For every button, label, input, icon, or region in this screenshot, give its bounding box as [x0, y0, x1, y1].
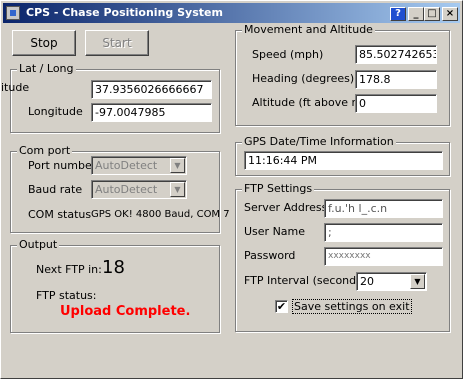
chevron-down-icon[interactable]: ▼ [170, 182, 185, 197]
chevron-down-icon[interactable]: ▼ [410, 274, 425, 289]
longitude-field[interactable]: -97.0047985 [91, 103, 212, 122]
next-ftp-label: Next FTP in: [36, 263, 102, 276]
ftp-interval-select[interactable]: 20 ▼ [356, 272, 427, 291]
password-label: Password [244, 249, 296, 262]
movement-legend: Movement and Altitude [242, 23, 375, 36]
start-button[interactable]: Start [85, 30, 149, 56]
heading-label: Heading (degrees) [252, 72, 355, 85]
speed-label: Speed (mph) [252, 48, 324, 61]
latitude-label: itude [1, 81, 30, 94]
output-legend: Output [17, 238, 60, 251]
ftp-status-label: FTP status: [36, 289, 97, 302]
comport-legend: Com port [17, 144, 73, 157]
latlong-group: Lat / Long [10, 62, 220, 133]
ftp-settings-legend: FTP Settings [242, 182, 315, 195]
user-name-label: User Name [244, 225, 306, 238]
ftp-status-value: Upload Complete. [60, 304, 191, 319]
app-icon[interactable] [6, 6, 20, 20]
title-bar[interactable]: CPS - Chase Positioning System ? _ □ × [3, 3, 460, 23]
port-number-value: AutoDetect [95, 159, 158, 172]
longitude-label: Longitude [28, 105, 83, 118]
server-address-field[interactable]: f.u.'h l_.c.n [324, 199, 443, 218]
port-number-select[interactable]: AutoDetect ▼ [91, 156, 187, 175]
help-icon[interactable]: ? [390, 7, 406, 21]
gps-time-field[interactable]: 11:16:44 PM [244, 151, 443, 170]
password-field[interactable]: xxxxxxxx [324, 247, 443, 266]
speed-field[interactable]: 85.5027426536 [355, 45, 437, 64]
save-settings-checkbox[interactable]: ✔ [275, 300, 288, 313]
maximize-button[interactable]: □ [424, 7, 440, 21]
main-window: CPS - Chase Positioning System ? _ □ × S… [0, 0, 463, 379]
latitude-field[interactable]: 37.9356026666667 [91, 80, 212, 99]
ftp-interval-value: 20 [360, 275, 374, 288]
port-number-label: Port number [28, 159, 97, 172]
minimize-button[interactable]: _ [408, 7, 424, 21]
stop-button[interactable]: Stop [12, 30, 76, 56]
com-status-label: COM status [28, 208, 92, 221]
com-status-value: GPS OK! 4800 Baud, COM 7 [91, 209, 230, 220]
baud-rate-value: AutoDetect [95, 183, 158, 196]
baud-rate-label: Baud rate [28, 183, 83, 196]
latlong-legend: Lat / Long [17, 62, 76, 75]
altitude-field[interactable]: 0 [355, 94, 437, 113]
server-address-label: Server Address [244, 201, 328, 214]
ftp-interval-label: FTP Interval (seconds) [244, 274, 367, 287]
save-settings-label[interactable]: Save settings on exit [292, 299, 412, 314]
chevron-down-icon[interactable]: ▼ [170, 158, 185, 173]
window-title: CPS - Chase Positioning System [26, 6, 223, 19]
next-ftp-countdown: 18 [102, 257, 125, 278]
heading-field[interactable]: 178.8 [355, 70, 437, 89]
gps-time-legend: GPS Date/Time Information [242, 135, 396, 148]
baud-rate-select[interactable]: AutoDetect ▼ [91, 180, 187, 199]
close-button[interactable]: × [442, 7, 458, 21]
user-name-field[interactable]: ; [324, 223, 443, 242]
